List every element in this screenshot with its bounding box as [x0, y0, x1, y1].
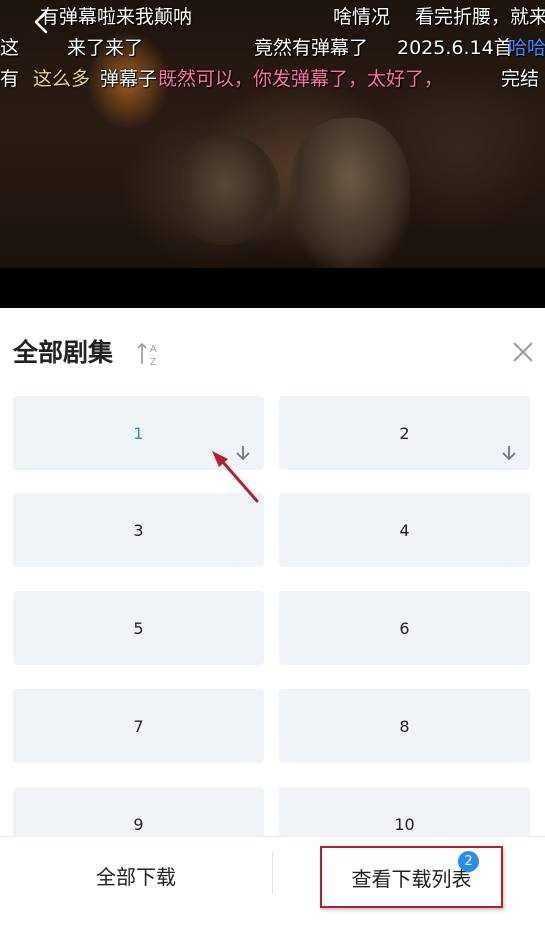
episode-tile-2[interactable]: 2 — [279, 396, 530, 470]
danmaku-comment: 啥情况 — [333, 6, 391, 28]
sort-az-icon[interactable]: A Z — [136, 341, 160, 368]
episode-tile-5[interactable]: 5 — [13, 591, 264, 665]
video-figure-left — [170, 135, 280, 245]
episode-tile-4[interactable]: 4 — [279, 493, 530, 567]
svg-text:Z: Z — [150, 357, 156, 367]
danmaku-comment: 这么多 — [33, 68, 91, 90]
episode-tile-9[interactable]: 9 — [13, 787, 264, 836]
download-icon — [236, 446, 250, 461]
episode-tile-6[interactable]: 6 — [279, 591, 530, 665]
video-figure-right — [290, 118, 410, 268]
episode-label: 5 — [133, 618, 144, 638]
danmaku-comment: 看完折腰，就来 — [415, 6, 545, 28]
danmaku-comment: 这 — [0, 37, 20, 59]
danmaku-comment: 既然可以，你发弹幕了，太好了， — [158, 68, 444, 90]
download-count-badge: 2 — [458, 851, 479, 872]
episode-tile-1[interactable]: 1 — [13, 396, 264, 470]
episode-grid: 1 2 3 4 5 6 7 8 9 10 — [0, 396, 545, 836]
danmaku-comment: 竟然有弹幕了 — [254, 37, 369, 59]
close-icon[interactable] — [511, 340, 535, 364]
danmaku-comment: 2025.6.14首 — [397, 37, 513, 59]
danmaku-comment: 哈哈 — [508, 37, 545, 59]
download-icon — [502, 446, 516, 461]
danmaku-comment: 来了来了 — [67, 37, 144, 59]
episode-tile-3[interactable]: 3 — [13, 493, 264, 567]
download-all-button[interactable]: 全部下载 — [0, 837, 272, 913]
danmaku-comment: 完结 — [501, 68, 540, 90]
danmaku-comment: 有弹幕啦来我颠呐 — [40, 6, 193, 28]
panel-header: 全部剧集 A Z — [0, 308, 545, 396]
episode-label: 6 — [399, 618, 410, 638]
episode-label: 8 — [399, 716, 410, 736]
episode-label: 10 — [394, 814, 415, 834]
svg-text:A: A — [150, 344, 157, 355]
episode-tile-8[interactable]: 8 — [279, 689, 530, 763]
episode-label: 1 — [133, 423, 144, 443]
divider — [272, 852, 273, 894]
episode-tile-10[interactable]: 10 — [279, 787, 530, 836]
episode-label: 9 — [133, 814, 144, 834]
danmaku-comment: 有 — [0, 68, 20, 90]
bottom-action-bar: 全部下载 查看下载列表 — [0, 836, 545, 932]
panel-title: 全部剧集 — [13, 338, 114, 367]
episode-label: 2 — [399, 423, 410, 443]
episode-label: 4 — [399, 520, 410, 540]
danmaku-comment: 弹幕子 — [100, 68, 158, 90]
episode-label: 7 — [133, 716, 144, 736]
back-button[interactable] — [28, 8, 54, 36]
episode-tile-7[interactable]: 7 — [13, 689, 264, 763]
video-player[interactable]: 有弹幕啦来我颠呐 啥情况 看完折腰，就来 这 来了来了 竟然有弹幕了 2025.… — [0, 0, 545, 308]
chevron-left-icon — [34, 10, 48, 34]
episode-label: 3 — [133, 520, 144, 540]
